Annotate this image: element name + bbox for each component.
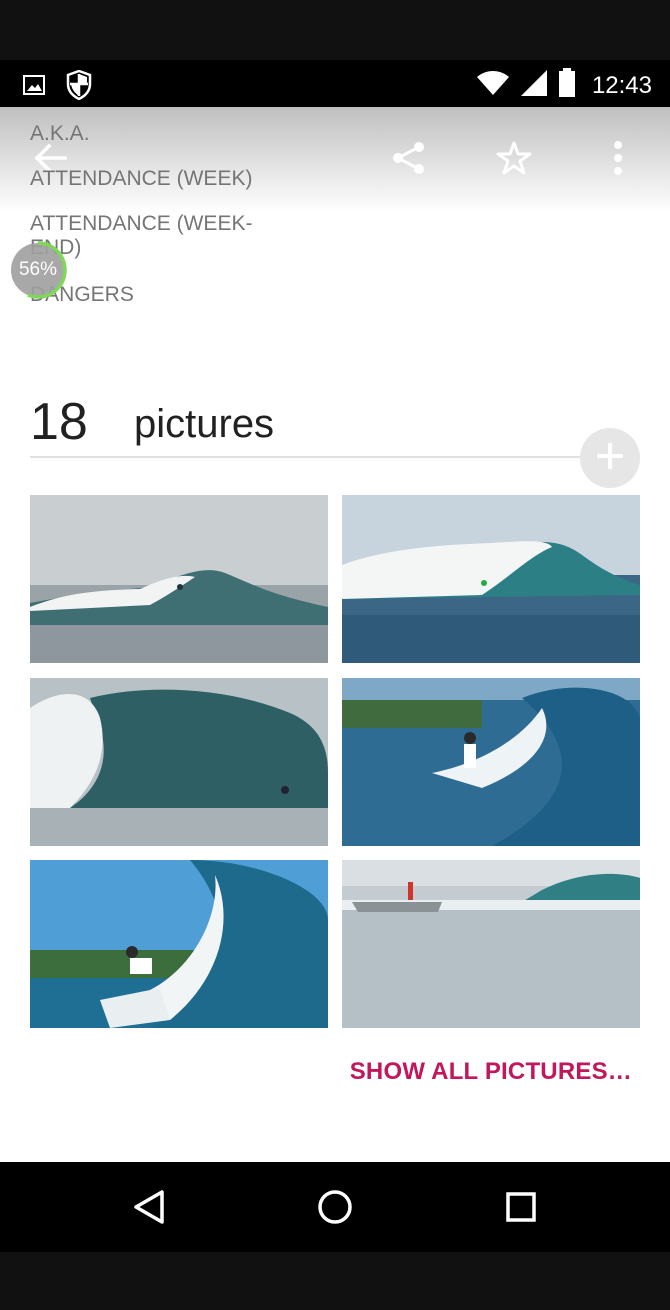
picture-thumbnail[interactable] bbox=[30, 860, 328, 1028]
signal-icon bbox=[520, 69, 548, 102]
progress-label: 56% bbox=[18, 259, 58, 280]
show-all-pictures-link[interactable]: SHOW ALL PICTURES… bbox=[350, 1058, 632, 1086]
pictures-header: 18 pictures bbox=[30, 390, 590, 458]
info-field-attendance-week: ATTENDANCE (WEEK) bbox=[30, 167, 253, 190]
picture-thumbnail[interactable] bbox=[342, 495, 640, 663]
plus-icon bbox=[595, 441, 625, 476]
bottom-spacer bbox=[0, 1252, 670, 1310]
top-spacer bbox=[0, 0, 670, 60]
picture-thumbnail[interactable] bbox=[30, 495, 328, 663]
add-picture-button[interactable] bbox=[580, 428, 640, 488]
status-bar: 12:43 bbox=[0, 60, 670, 107]
wifi-icon bbox=[476, 70, 510, 101]
navigation-bar bbox=[0, 1162, 670, 1252]
pictures-label: pictures bbox=[134, 402, 275, 446]
battery-icon bbox=[558, 68, 576, 103]
shield-icon bbox=[66, 69, 92, 105]
share-icon[interactable] bbox=[384, 133, 434, 183]
more-vert-icon[interactable] bbox=[593, 133, 643, 183]
picture-thumbnail[interactable] bbox=[30, 678, 328, 846]
recents-square-icon[interactable] bbox=[496, 1182, 546, 1232]
info-field-aka: A.K.A. bbox=[30, 122, 90, 145]
picture-thumbnail[interactable] bbox=[342, 678, 640, 846]
completion-progress: 56% bbox=[8, 240, 68, 300]
image-icon bbox=[22, 73, 46, 102]
clock: 12:43 bbox=[591, 71, 652, 99]
home-circle-icon[interactable] bbox=[310, 1182, 360, 1232]
star-icon[interactable] bbox=[489, 133, 539, 183]
pictures-count: 18 bbox=[30, 393, 88, 451]
picture-thumbnail[interactable] bbox=[342, 860, 640, 1028]
back-triangle-icon[interactable] bbox=[124, 1182, 174, 1232]
